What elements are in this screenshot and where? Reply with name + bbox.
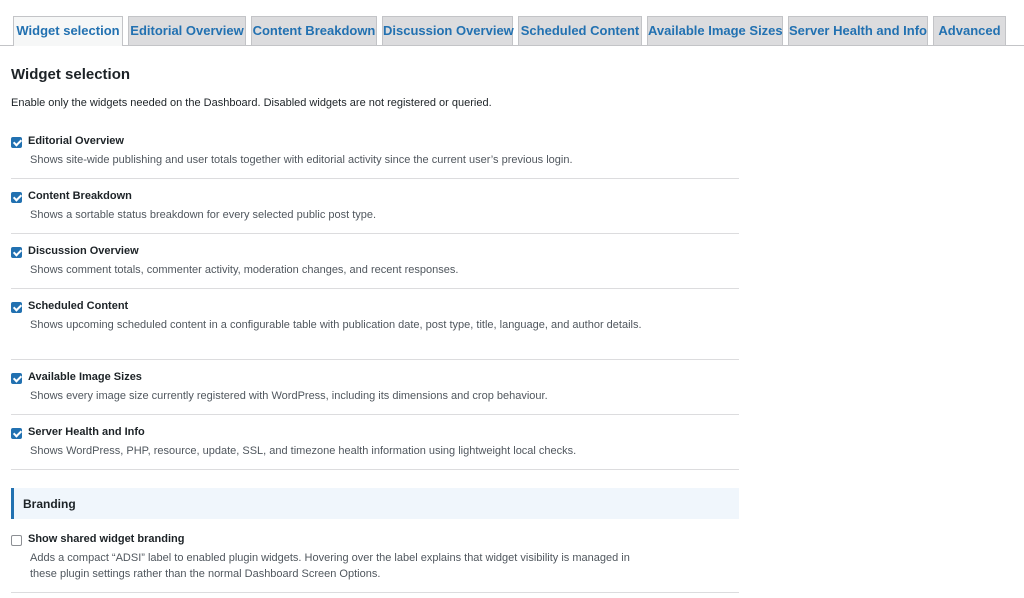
tab-available-image-sizes[interactable]: Available Image Sizes <box>647 16 783 45</box>
branding-title: Branding <box>23 497 76 511</box>
content-breakdown-checkbox[interactable] <box>11 192 22 203</box>
shared-branding-desc: Adds a compact “ADSI” label to enabled p… <box>30 552 630 580</box>
branding-section-header: Branding <box>11 488 739 519</box>
discussion-overview-desc: Shows comment totals, commenter activity… <box>30 264 459 276</box>
intro-text: Enable only the widgets needed on the Da… <box>11 97 492 109</box>
shared-branding-checkbox[interactable] <box>11 535 22 546</box>
editorial-overview-label[interactable]: Editorial Overview <box>28 135 124 147</box>
tab-widget-selection[interactable]: Widget selection <box>13 16 123 46</box>
tab-scheduled-content[interactable]: Scheduled Content <box>518 16 642 45</box>
content-breakdown-desc: Shows a sortable status breakdown for ev… <box>30 209 377 221</box>
widget-option-discussion-overview: Discussion Overview Shows comment totals… <box>11 245 739 287</box>
page-title: Widget selection <box>11 66 131 83</box>
widget-option-server-health: Server Health and Info Shows WordPress, … <box>11 426 739 468</box>
divider <box>11 414 739 415</box>
server-health-checkbox[interactable] <box>11 428 22 439</box>
divider <box>11 469 739 470</box>
branding-option: Show shared widget branding Adds a compa… <box>11 533 739 591</box>
shared-branding-label[interactable]: Show shared widget branding <box>28 533 184 545</box>
available-image-sizes-label[interactable]: Available Image Sizes <box>28 371 142 383</box>
tab-editorial-overview[interactable]: Editorial Overview <box>128 16 246 45</box>
widget-option-editorial-overview: Editorial Overview Shows site-wide publi… <box>11 135 739 177</box>
tab-discussion-overview[interactable]: Discussion Overview <box>382 16 514 45</box>
content-breakdown-label[interactable]: Content Breakdown <box>28 190 132 202</box>
settings-page: Widget selection Editorial Overview Cont… <box>0 0 1024 598</box>
divider <box>11 359 739 360</box>
discussion-overview-label[interactable]: Discussion Overview <box>28 245 139 257</box>
scheduled-content-desc: Shows upcoming scheduled content in a co… <box>30 319 642 331</box>
tab-advanced[interactable]: Advanced <box>933 16 1006 45</box>
server-health-label[interactable]: Server Health and Info <box>28 426 145 438</box>
scheduled-content-label[interactable]: Scheduled Content <box>28 300 128 312</box>
available-image-sizes-checkbox[interactable] <box>11 373 22 384</box>
tab-server-health[interactable]: Server Health and Info <box>788 16 928 45</box>
divider <box>11 233 739 234</box>
widget-option-content-breakdown: Content Breakdown Shows a sortable statu… <box>11 190 739 232</box>
divider <box>11 288 739 289</box>
tab-content-breakdown[interactable]: Content Breakdown <box>251 16 377 45</box>
divider <box>11 592 739 593</box>
tab-bar-divider <box>0 45 1024 46</box>
server-health-desc: Shows WordPress, PHP, resource, update, … <box>30 445 577 457</box>
available-image-sizes-desc: Shows every image size currently registe… <box>30 390 548 402</box>
editorial-overview-desc: Shows site-wide publishing and user tota… <box>30 154 573 166</box>
widget-option-scheduled-content: Scheduled Content Shows upcoming schedul… <box>11 300 739 358</box>
discussion-overview-checkbox[interactable] <box>11 247 22 258</box>
editorial-overview-checkbox[interactable] <box>11 137 22 148</box>
widget-option-available-image-sizes: Available Image Sizes Shows every image … <box>11 371 739 413</box>
divider <box>11 178 739 179</box>
scheduled-content-checkbox[interactable] <box>11 302 22 313</box>
tab-bar: Widget selection Editorial Overview Cont… <box>0 0 1024 46</box>
